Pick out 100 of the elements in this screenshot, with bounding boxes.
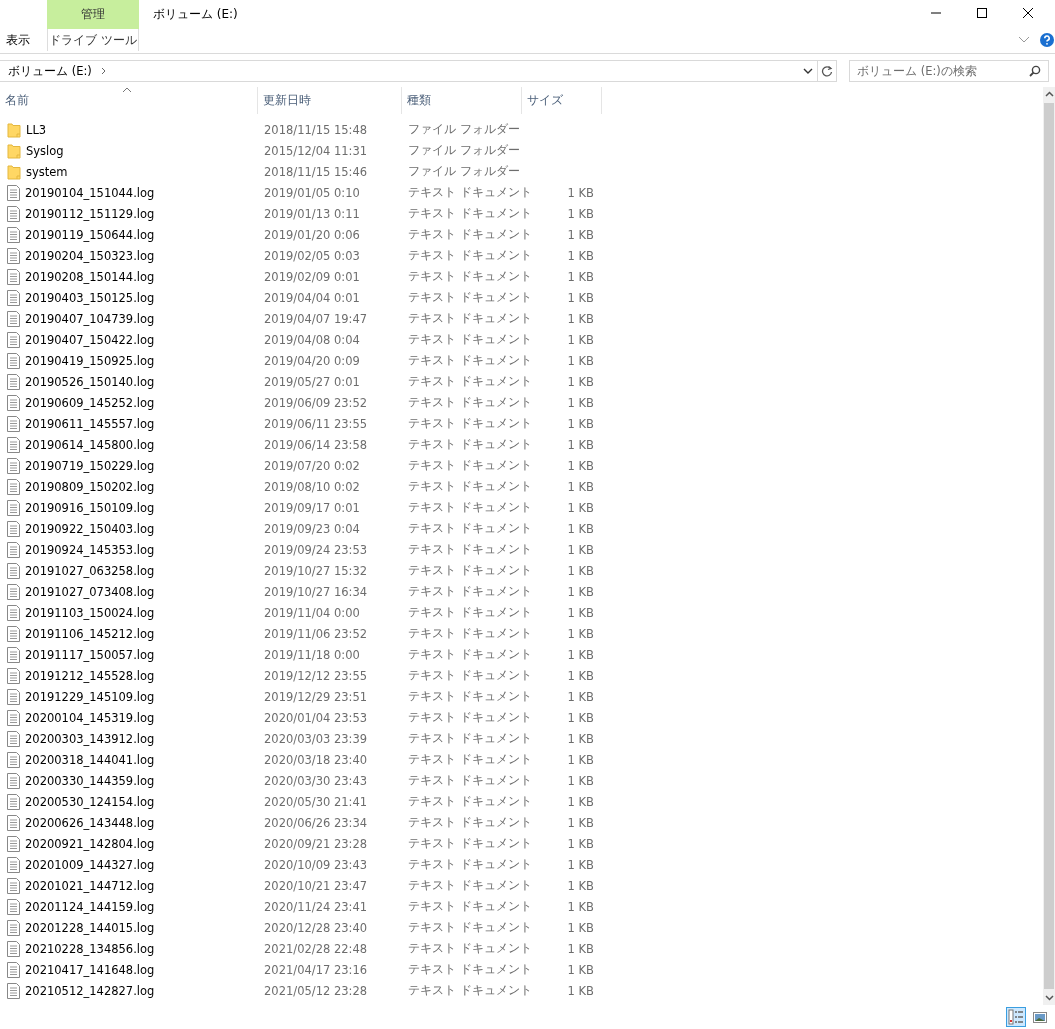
file-size: 1 KB	[567, 710, 594, 725]
file-name[interactable]: 20201009_144327.log	[25, 857, 155, 872]
file-name[interactable]: 20190526_150140.log	[25, 374, 155, 389]
file-name[interactable]: 20190407_150422.log	[25, 332, 155, 347]
file-name[interactable]: 20191212_145528.log	[25, 668, 155, 683]
file-size: 1 KB	[567, 290, 594, 305]
date-modified: 2020/12/28 23:40	[264, 920, 368, 935]
file-name[interactable]: 20190407_104739.log	[25, 311, 155, 326]
file-name[interactable]: 20190204_150323.log	[25, 248, 155, 263]
refresh-button[interactable]	[818, 60, 837, 82]
file-name[interactable]: 20191103_150024.log	[25, 605, 155, 620]
file-name[interactable]: 20190611_145557.log	[25, 416, 155, 431]
file-name[interactable]: 20190419_150925.log	[25, 353, 155, 368]
ribbon-tab[interactable]: ドライブ ツール	[47, 29, 139, 51]
date-modified: 2019/02/09 0:01	[264, 269, 360, 284]
scrollbar-thumb[interactable]	[1044, 103, 1054, 989]
file-type: テキスト ドキュメント	[408, 206, 532, 221]
file-name[interactable]: 20200104_145319.log	[25, 710, 155, 725]
help-icon[interactable]	[1040, 32, 1054, 47]
file-name[interactable]: 20190609_145252.log	[25, 395, 155, 410]
file-name[interactable]: 20190112_151129.log	[25, 206, 155, 221]
file-size: 1 KB	[567, 227, 594, 242]
scroll-down-icon[interactable]	[1044, 995, 1054, 1001]
refresh-icon	[821, 65, 833, 77]
file-type: ファイル フォルダー	[408, 164, 520, 179]
file-name[interactable]: 20190924_145353.log	[25, 542, 155, 557]
file-name[interactable]: 20190922_150403.log	[25, 521, 155, 536]
file-type: テキスト ドキュメント	[408, 731, 532, 746]
text-file-icon	[7, 688, 20, 705]
text-file-icon	[7, 646, 20, 663]
window-title: ボリューム (E:)	[153, 6, 238, 23]
date-modified: 2019/09/23 0:04	[264, 521, 360, 536]
file-type: テキスト ドキュメント	[408, 311, 532, 326]
text-file-icon	[7, 520, 20, 537]
breadcrumb-item[interactable]: ボリューム (E:)	[8, 63, 92, 79]
file-name[interactable]: 20210228_134856.log	[25, 941, 155, 956]
ribbon-tab[interactable]: 表示	[0, 29, 36, 51]
file-name[interactable]: 20201228_144015.log	[25, 920, 155, 935]
file-name[interactable]: 20190809_150202.log	[25, 479, 155, 494]
text-file-icon	[7, 604, 20, 621]
date-modified: 2019/10/27 15:32	[264, 563, 368, 578]
file-name[interactable]: 20191027_063258.log	[25, 563, 155, 578]
search-icon[interactable]	[1029, 65, 1041, 77]
scrollbar[interactable]	[1043, 87, 1055, 1005]
file-name[interactable]: 20190208_150144.log	[25, 269, 155, 284]
text-file-icon	[7, 478, 20, 495]
file-type: テキスト ドキュメント	[408, 668, 532, 683]
file-name[interactable]: 20200530_124154.log	[25, 794, 155, 809]
text-file-icon	[7, 373, 20, 390]
chevron-right-icon[interactable]	[100, 67, 107, 75]
file-size: 1 KB	[567, 647, 594, 662]
file-name[interactable]: 20201021_144712.log	[25, 878, 155, 893]
date-modified: 2019/08/10 0:02	[264, 479, 360, 494]
text-file-icon	[7, 310, 20, 327]
file-name[interactable]: 20201124_144159.log	[25, 899, 155, 914]
column-header[interactable]: サイズ	[522, 87, 602, 114]
text-file-icon	[7, 583, 20, 600]
file-name[interactable]: 20210417_141648.log	[25, 962, 155, 977]
date-modified: 2019/01/13 0:11	[264, 206, 360, 221]
file-name[interactable]: 20200921_142804.log	[25, 836, 155, 851]
file-size: 1 KB	[567, 773, 594, 788]
file-size: 1 KB	[567, 836, 594, 851]
file-name[interactable]: 20191117_150057.log	[25, 647, 155, 662]
scroll-up-icon[interactable]	[1044, 91, 1054, 97]
column-header[interactable]: 更新日時	[258, 87, 402, 114]
view-button[interactable]	[1006, 1007, 1026, 1027]
maximize-icon[interactable]	[976, 7, 988, 19]
file-type: テキスト ドキュメント	[408, 983, 532, 998]
file-name[interactable]: 20210512_142827.log	[25, 983, 155, 998]
ribbon-context-label: 管理	[47, 0, 139, 29]
file-name[interactable]: 20190119_150644.log	[25, 227, 155, 242]
file-name[interactable]: 20190403_150125.log	[25, 290, 155, 305]
file-name[interactable]: 20191106_145212.log	[25, 626, 155, 641]
file-name[interactable]: 20191027_073408.log	[25, 584, 155, 599]
file-name[interactable]: 20190104_151044.log	[25, 185, 155, 200]
file-name[interactable]: 20200330_144359.log	[25, 773, 155, 788]
date-modified: 2019/06/09 23:52	[264, 395, 368, 410]
file-name[interactable]: system	[26, 164, 68, 179]
search-field[interactable]: ボリューム (E:)の検索	[849, 60, 1049, 82]
file-name[interactable]: 20190614_145800.log	[25, 437, 155, 452]
file-type: ファイル フォルダー	[408, 143, 520, 158]
text-file-icon	[7, 331, 20, 348]
date-modified: 2019/11/18 0:00	[264, 647, 360, 662]
file-size: 1 KB	[567, 269, 594, 284]
file-name[interactable]: LL3	[26, 122, 47, 137]
address-bar[interactable]: ボリューム (E:)	[0, 60, 818, 82]
text-file-icon	[7, 961, 20, 978]
column-header[interactable]: 種類	[402, 87, 522, 114]
file-type: テキスト ドキュメント	[408, 458, 532, 473]
file-type: テキスト ドキュメント	[408, 521, 532, 536]
close-icon[interactable]	[1022, 7, 1034, 19]
chevron-down-icon[interactable]	[803, 67, 813, 75]
file-name[interactable]: 20200626_143448.log	[25, 815, 155, 830]
text-file-icon	[7, 184, 20, 201]
file-name[interactable]: 20191229_145109.log	[25, 689, 155, 704]
file-name[interactable]: 20200303_143912.log	[25, 731, 155, 746]
file-name[interactable]: Syslog	[26, 143, 64, 158]
file-name[interactable]: 20190916_150109.log	[25, 500, 155, 515]
file-name[interactable]: 20200318_144041.log	[25, 752, 155, 767]
file-name[interactable]: 20190719_150229.log	[25, 458, 155, 473]
